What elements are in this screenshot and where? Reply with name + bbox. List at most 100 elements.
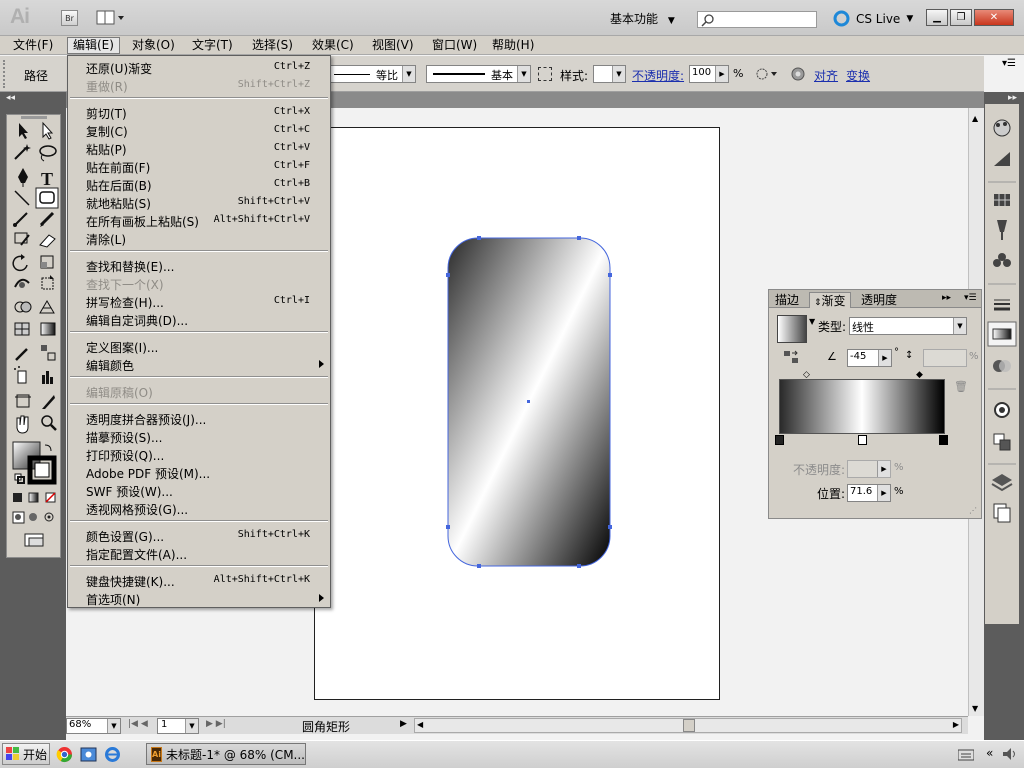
type-tool-icon[interactable]: T [41,169,53,189]
resize-grip-icon[interactable]: ⋰ [969,506,977,515]
scroll-right-icon[interactable]: ▶ [953,720,959,729]
scroll-thumb[interactable] [683,719,695,732]
edit-menu-item[interactable]: 拼写检查(H)... Ctrl+I [68,293,330,311]
artboard-tool-icon[interactable] [15,394,31,408]
edit-menu-item[interactable]: 颜色设置(G)... Shift+Ctrl+K [68,527,330,545]
slice-tool-icon[interactable] [42,395,55,409]
graphic-styles-panel-icon[interactable] [993,433,1011,451]
tab-transparency[interactable]: 透明度 [857,292,901,308]
edit-menu-item[interactable]: 还原(U)渐变 Ctrl+Z [68,59,330,77]
edit-menu-item[interactable]: 透视网格预设(G)... [68,500,330,518]
align-link[interactable]: 对齐 [814,67,838,84]
keyboard-tray-icon[interactable] [957,749,975,764]
swap-fill-stroke-icon[interactable] [44,444,52,452]
edit-menu-item[interactable]: 定义图案(I)... [68,338,330,356]
swatches-panel-icon[interactable] [994,194,1010,206]
gradient-panel-icon[interactable] [987,321,1017,347]
edit-menu-item[interactable]: 键盘快捷键(K)... Alt+Shift+Ctrl+K [68,572,330,590]
control-bar-menu-icon[interactable]: ▾☰ [1002,58,1016,69]
quick-launch-icon[interactable] [80,746,97,766]
restore-button[interactable]: ❐ [950,9,972,26]
edit-menu-item[interactable]: SWF 预设(W)... [68,482,330,500]
recolor-artwork-button[interactable] [754,65,780,83]
gradient-stop-end[interactable] [939,435,948,445]
selection-tool-icon[interactable] [19,123,28,139]
opacity-input[interactable]: 100 ▶ [689,65,729,83]
bridge-button[interactable]: Br [61,10,78,26]
edit-menu-item[interactable]: 贴在前面(F) Ctrl+F [68,158,330,176]
artboard-number-select[interactable]: 1 ▼ [157,718,199,734]
transform-link[interactable]: 变换 [846,67,870,84]
menu-window[interactable]: 窗口(W) [427,37,482,54]
expand-panels-icon[interactable]: ▸▸ [1008,93,1017,103]
hand-tool-icon[interactable] [16,415,29,434]
color-panel-icon[interactable] [993,119,1011,137]
edit-menu-item[interactable]: 贴在后面(B) Ctrl+B [68,176,330,194]
lasso-tool-icon[interactable] [39,145,57,162]
stroke-panel-icon[interactable] [994,299,1010,311]
edit-menu-item[interactable]: 编辑颜色 [68,356,330,374]
start-button[interactable]: 开始 [2,743,50,765]
brush-definition-select[interactable]: 基本 ▼ [426,65,531,83]
symbol-sprayer-tool-icon[interactable] [14,366,27,384]
arrange-documents-button[interactable] [96,9,128,27]
free-transform-tool-icon[interactable] [41,275,54,290]
edit-menu-item[interactable]: 首选项(N) [68,590,330,608]
close-button[interactable]: ✕ [974,9,1014,26]
edit-menu-item[interactable]: Adobe PDF 预设(M)... [68,464,330,482]
search-input[interactable] [697,11,817,28]
edit-menu-item[interactable]: 打印预设(Q)... [68,446,330,464]
control-bar-grip[interactable] [3,60,9,88]
warp-tool-icon[interactable] [14,278,30,288]
edit-menu-item[interactable]: 粘贴(P) Ctrl+V [68,140,330,158]
blob-brush-tool-icon[interactable] [14,232,30,246]
gradient-tool-icon[interactable] [40,322,56,336]
menu-file[interactable]: 文件(F) [8,37,58,54]
layers-panel-icon[interactable] [991,474,1013,492]
scale-tool-icon[interactable] [40,255,54,269]
status-menu-icon[interactable]: ▶ [400,719,407,729]
edit-menu-item[interactable]: 复制(C) Ctrl+C [68,122,330,140]
artboards-panel-icon[interactable] [993,503,1011,523]
stop-location-input[interactable]: 71.6 ▶ [847,484,891,502]
color-mode-icon[interactable] [13,493,22,502]
edit-menu-item[interactable]: 查找和替换(E)... [68,257,330,275]
eraser-tool-icon[interactable] [39,234,56,248]
aspect-ratio-input[interactable] [923,349,967,367]
eyedropper-tool-icon[interactable] [15,348,28,361]
panel-menu-icon[interactable]: ▾☰ [964,293,977,303]
reverse-gradient-icon[interactable] [783,350,799,364]
draw-inside-icon[interactable] [44,512,54,522]
delete-stop-icon[interactable]: 🗑 [954,380,968,393]
scroll-left-icon[interactable]: ◀ [417,720,423,729]
volume-tray-icon[interactable] [1002,747,1018,764]
zoom-select[interactable]: 68% ▼ [66,718,121,734]
first-artboard-icon[interactable]: |◀ ◀ [128,719,148,729]
menu-type[interactable]: 文字(T) [187,37,238,54]
direct-selection-tool-icon[interactable] [42,121,54,140]
stroke-options-icon[interactable] [538,67,552,81]
edit-menu-item[interactable]: 就地粘贴(S) Shift+Ctrl+V [68,194,330,212]
stroke-profile-select[interactable]: 等比 ▼ [330,65,416,83]
minimize-button[interactable]: ▁ [926,9,948,26]
edit-menu-item[interactable]: 指定配置文件(A)... [68,545,330,563]
gradient-slider[interactable] [779,379,945,434]
rounded-rectangle-tool-icon[interactable] [35,187,59,209]
rotate-tool-icon[interactable] [12,254,28,272]
none-mode-icon[interactable] [45,492,56,503]
panel-collapse-icon[interactable]: ▸▸ [942,293,951,303]
menu-object[interactable]: 对象(O) [127,37,180,54]
pencil-tool-icon[interactable] [39,211,55,227]
gradient-preview-swatch[interactable] [777,315,807,343]
edit-menu-item[interactable]: 描摹预设(S)... [68,428,330,446]
perspective-grid-tool-icon[interactable] [39,300,55,314]
tab-gradient[interactable]: ⇕渐变 [809,292,851,308]
line-segment-tool-icon[interactable] [14,190,30,206]
menu-view[interactable]: 视图(V) [367,37,419,54]
zoom-tool-icon[interactable] [41,415,57,431]
workspace-switcher[interactable]: 基本功能 ▼ [610,10,675,27]
edit-menu-item[interactable]: 清除(L) [68,230,330,248]
magic-wand-tool-icon[interactable] [14,144,31,160]
menu-help[interactable]: 帮助(H) [487,37,539,54]
scroll-up-icon[interactable]: ▲ [972,114,978,123]
